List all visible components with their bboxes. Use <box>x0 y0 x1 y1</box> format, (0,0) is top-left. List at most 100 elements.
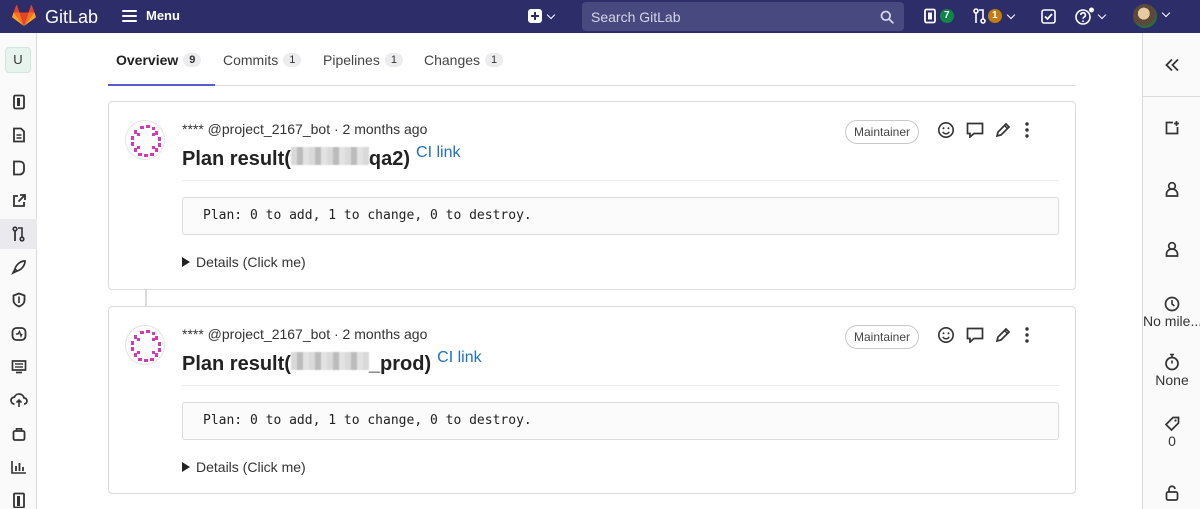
ci-link[interactable]: CI link <box>437 349 481 367</box>
bot-avatar[interactable] <box>125 325 165 365</box>
right-sidebar: No mile... None 0 <box>1142 33 1200 509</box>
emoji-icon[interactable] <box>937 326 955 344</box>
reply-comment-icon[interactable] <box>966 327 984 343</box>
tab-count: 1 <box>485 53 504 67</box>
add-todo-icon <box>1165 121 1179 135</box>
stopwatch-icon <box>1165 353 1179 371</box>
sidebar-reviewer[interactable] <box>1143 241 1200 257</box>
help-button[interactable] <box>1075 7 1107 25</box>
edit-pencil-icon[interactable] <box>995 327 1011 343</box>
tab-label: Changes <box>424 52 481 68</box>
note-actions <box>937 121 1032 139</box>
disclosure-triangle-icon <box>182 257 190 267</box>
sidebar-item-merge-requests[interactable] <box>0 219 37 249</box>
monitor-icon <box>11 327 26 341</box>
reply-comment-icon[interactable] <box>966 122 984 138</box>
user-avatar[interactable] <box>1133 4 1157 28</box>
details-label: Details (Click me) <box>196 459 306 475</box>
chevron-down-icon[interactable] <box>1161 8 1171 18</box>
menu-button[interactable]: Menu <box>122 8 180 23</box>
project-avatar[interactable]: U <box>5 47 31 73</box>
tab-overview[interactable]: Overview 9 <box>116 52 202 68</box>
rocket-icon <box>10 260 26 275</box>
sidebar-item-artifacts[interactable] <box>0 419 37 449</box>
search-input[interactable]: Search GitLab <box>591 9 681 25</box>
external-link-icon <box>12 194 26 207</box>
tab-label: Pipelines <box>323 52 380 68</box>
chevron-down-icon <box>546 10 556 19</box>
sidebar-item-wiki[interactable] <box>0 485 37 509</box>
details-toggle[interactable]: Details (Click me) <box>182 459 306 475</box>
merge-request-icon <box>973 8 986 24</box>
sidebar-item-deployments[interactable] <box>0 252 37 282</box>
merge-request-icon <box>11 226 25 242</box>
sidebar-item-issues[interactable] <box>0 153 37 183</box>
sidebar-item-repository[interactable] <box>0 87 37 117</box>
sidebar-add-todo[interactable] <box>1143 120 1200 136</box>
label-tag-icon <box>1164 416 1180 432</box>
milestone-value: No mile... <box>1143 313 1200 329</box>
chevron-down-icon <box>1097 10 1107 19</box>
gitlab-logo-icon[interactable] <box>12 5 36 27</box>
code-block: Plan: 0 to add, 1 to change, 0 to destro… <box>182 197 1059 235</box>
more-actions-icon[interactable] <box>1022 121 1032 139</box>
chevron-down-icon <box>1006 10 1015 19</box>
user-icon <box>1165 241 1179 257</box>
role-badge: Maintainer <box>845 120 920 144</box>
role-badge: Maintainer <box>845 325 920 349</box>
merge-request-tabs: Overview 9 Commits 1 Pipelines 1 Changes… <box>108 33 1076 86</box>
issues-count-badge: 7 <box>940 9 954 23</box>
sidebar-assignee[interactable] <box>1143 181 1200 197</box>
comment-note: **** @project_2167_bot · 2 months ago Pl… <box>108 306 1076 494</box>
details-toggle[interactable]: Details (Click me) <box>182 254 306 270</box>
sidebar-item-packages[interactable] <box>0 385 37 415</box>
briefcase-icon <box>12 427 25 441</box>
emoji-icon[interactable] <box>937 121 955 139</box>
sidebar-item-document[interactable] <box>0 120 37 150</box>
top-navbar: GitLab Menu Search GitLab 7 1 <box>0 0 1200 33</box>
ci-link[interactable]: CI link <box>416 144 460 162</box>
sidebar-item-monitor[interactable] <box>0 319 37 349</box>
sidebar-milestone[interactable]: No mile... <box>1143 296 1200 329</box>
divider <box>182 180 1059 181</box>
note-actions <box>937 326 1032 344</box>
tab-label: Commits <box>223 52 279 68</box>
note-title: Plan result( qa2) CI link <box>182 144 461 171</box>
sidebar-item-security[interactable] <box>0 285 37 315</box>
cloud-upload-icon <box>9 393 28 407</box>
sidebar-labels[interactable]: 0 <box>1143 416 1200 449</box>
tab-commits[interactable]: Commits 1 <box>223 52 302 68</box>
bot-avatar[interactable] <box>125 120 165 160</box>
merge-requests-button[interactable]: 1 <box>973 8 1015 24</box>
user-icon <box>1165 181 1179 197</box>
clock-icon <box>1164 296 1180 312</box>
sidebar-item-analytics[interactable] <box>0 452 37 482</box>
title-prefix: Plan result( <box>182 353 291 375</box>
tab-changes[interactable]: Changes 1 <box>424 52 504 68</box>
sidebar-item-infrastructure[interactable] <box>0 352 37 382</box>
search-box[interactable]: Search GitLab <box>582 2 904 31</box>
edit-pencil-icon[interactable] <box>995 122 1011 138</box>
hamburger-icon <box>122 9 137 22</box>
issues-button[interactable]: 7 <box>924 8 954 24</box>
tab-pipelines[interactable]: Pipelines 1 <box>323 52 403 68</box>
note-author: **** @project_2167_bot · 2 months ago <box>182 326 428 342</box>
brand-name[interactable]: GitLab <box>45 7 98 28</box>
todos-icon[interactable] <box>1041 9 1056 24</box>
sidebar-item-external[interactable] <box>0 186 37 216</box>
menu-label: Menu <box>146 8 180 23</box>
collapse-sidebar-icon[interactable] <box>1164 58 1180 72</box>
time-tracking-value: None <box>1155 372 1189 388</box>
title-suffix: _prod) <box>368 353 432 375</box>
comment-note: **** @project_2167_bot · 2 months ago Pl… <box>108 101 1076 290</box>
sidebar-time-tracking[interactable]: None <box>1143 353 1200 388</box>
divider <box>182 385 1059 386</box>
tab-count: 9 <box>183 53 202 67</box>
sidebar-lock[interactable] <box>1143 485 1200 501</box>
create-new-button[interactable] <box>528 9 556 23</box>
more-actions-icon[interactable] <box>1022 326 1032 344</box>
tab-count: 1 <box>283 53 302 67</box>
left-sidebar: U <box>0 33 37 509</box>
issues-icon <box>924 8 936 24</box>
note-title: Plan result( _prod) CI link <box>182 349 482 376</box>
